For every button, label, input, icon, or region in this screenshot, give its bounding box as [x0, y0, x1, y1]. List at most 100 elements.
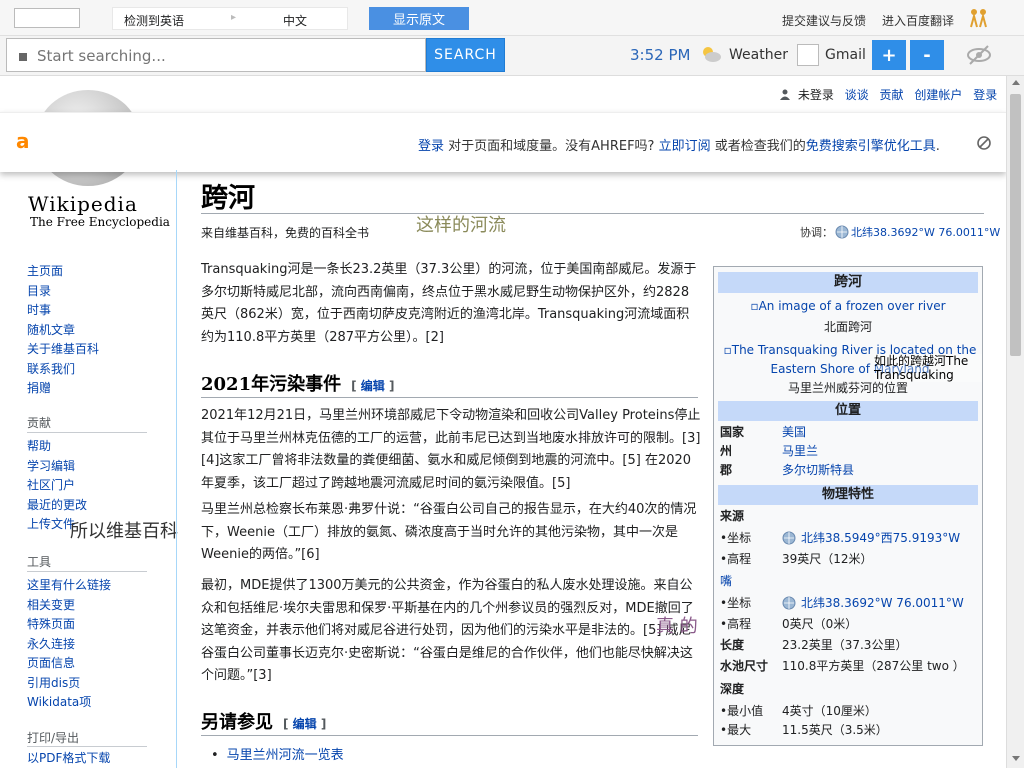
- row-label: 深度: [720, 682, 745, 696]
- sidebar-item-special-pages[interactable]: 特殊页面: [27, 615, 147, 635]
- state-link[interactable]: 马里兰: [782, 442, 818, 462]
- sidebar-item-community-portal[interactable]: 社区门户: [27, 476, 147, 496]
- county-link[interactable]: 多尔切斯特县: [782, 461, 854, 481]
- image-alt-text: An image of a frozen over river: [758, 299, 946, 313]
- search-input[interactable]: [37, 45, 417, 67]
- create-account-link[interactable]: 创建帐户: [914, 88, 962, 102]
- sidebar-item-wikidata[interactable]: Wikidata项: [27, 693, 147, 713]
- wikipedia-tagline: The Free Encyclopedia: [30, 215, 170, 229]
- coordinates: 协调： 北纬38.3692°W 76.0011°W: [800, 224, 1000, 240]
- people-icon[interactable]: [968, 8, 990, 28]
- source-language[interactable]: 检测到英语: [124, 12, 184, 29]
- search-toolbar: SEARCH 3:52 PM Weather Gmail + -: [0, 36, 1024, 76]
- sidebar-item-about[interactable]: 关于维基百科: [27, 340, 172, 360]
- edit-section-link[interactable]: 编辑: [361, 379, 385, 393]
- edit-section-link[interactable]: 编辑: [293, 717, 317, 731]
- sidebar-item-contents[interactable]: 目录: [27, 282, 172, 302]
- infobox-row: 国家 美国: [720, 423, 980, 443]
- infobox-row: 来源: [720, 507, 980, 527]
- scroll-down-icon[interactable]: [1012, 756, 1020, 761]
- search-box-icon: [19, 53, 27, 61]
- row-value: 110.8平方英里（287公里 two ）: [782, 659, 965, 673]
- sidebar-item-what-links-here[interactable]: 这里有什么链接: [27, 576, 147, 596]
- baidu-translate-link[interactable]: 进入百度翻译: [882, 12, 954, 29]
- section-divider: [201, 735, 698, 736]
- infobox-row: •坐标 北纬38.5949°西75.9193°W: [720, 529, 980, 549]
- mouth-link[interactable]: 嘴: [720, 572, 732, 592]
- target-language[interactable]: 中文: [283, 12, 307, 29]
- map-caption: 马里兰州威芬河的位置: [787, 381, 908, 395]
- zoom-in-button[interactable]: +: [872, 40, 906, 70]
- ahrefs-message: 登录 对于页面和域度量。没有AHREF吗? 立即订阅 或者检查我们的免费搜索引擎…: [418, 135, 940, 154]
- gmail-icon[interactable]: [797, 44, 819, 66]
- scroll-thumb[interactable]: [1010, 94, 1021, 356]
- login-link[interactable]: 登录: [973, 88, 997, 102]
- see-also-link[interactable]: 马里兰州河流一览表: [227, 748, 344, 763]
- mouth-coordinates: 北纬38.3692°W 76.0011°W: [782, 594, 964, 614]
- coordinates-link[interactable]: 北纬38.3692°W 76.0011°W: [851, 226, 1000, 239]
- section-divider: [201, 397, 698, 398]
- swap-arrow-icon: ▸: [231, 12, 237, 23]
- row-label: 州: [720, 444, 733, 458]
- ahrefs-logo: a: [16, 129, 30, 153]
- sidebar-print-group: 打印/导出 以PDF格式下载: [27, 729, 147, 769]
- sidebar-item-cite-page[interactable]: 引用dis页: [27, 674, 147, 694]
- language-selector[interactable]: 检测到英语 ▸ 中文: [112, 7, 348, 30]
- sidebar-item-random-article[interactable]: 随机文章: [27, 321, 172, 341]
- sidebar-item-contact[interactable]: 联系我们: [27, 360, 172, 380]
- sidebar-item-learn-to-edit[interactable]: 学习编辑: [27, 457, 147, 477]
- translation-overlay-text: 真 的: [656, 616, 698, 637]
- show-original-button[interactable]: 显示原文: [369, 7, 469, 30]
- ahrefs-overlay-bar: a 登录 对于页面和域度量。没有AHREF吗? 立即订阅 或者检查我们的免费搜索…: [0, 112, 1006, 172]
- infobox-row: •最小值 4英寸（10厘米）: [720, 702, 980, 722]
- sidebar-item-donate[interactable]: 捐赠: [27, 379, 172, 399]
- gmail-link[interactable]: Gmail: [825, 47, 866, 63]
- sidebar-item-help[interactable]: 帮助: [27, 437, 147, 457]
- eye-hide-icon[interactable]: [966, 44, 992, 66]
- sidebar-item-current-events[interactable]: 时事: [27, 301, 172, 321]
- row-value: 4英寸（10厘米）: [782, 704, 877, 718]
- ahrefs-login-link[interactable]: 登录: [418, 139, 444, 154]
- infobox-title: 跨河: [718, 272, 978, 293]
- mouth-coordinates-link[interactable]: 北纬38.3692°W 76.0011°W: [801, 596, 964, 610]
- close-icon[interactable]: [976, 135, 992, 151]
- sidebar-item-related-changes[interactable]: 相关变更: [27, 596, 147, 616]
- sidebar-item-recent-changes[interactable]: 最近的更改: [27, 496, 147, 516]
- ahrefs-text-1: 对于页面和域度量。没有AHREF吗?: [444, 139, 659, 154]
- sidebar-item-main-page[interactable]: 主页面: [27, 262, 172, 282]
- sidebar-item-permanent-link[interactable]: 永久连接: [27, 635, 147, 655]
- site-subtitle: 来自维基百科，免费的百科全书: [201, 226, 370, 240]
- river-image[interactable]: ▫An image of a frozen over river: [714, 299, 982, 313]
- search-button[interactable]: SEARCH: [426, 38, 505, 72]
- vertical-scrollbar[interactable]: [1006, 76, 1024, 768]
- row-label: •最小值: [720, 704, 764, 718]
- infobox-row: 水池尺寸 110.8平方英里（287公里 two ）: [720, 657, 980, 677]
- search-field[interactable]: [6, 38, 426, 72]
- globe-icon: [782, 531, 796, 545]
- sidebar-item-page-info[interactable]: 页面信息: [27, 654, 147, 674]
- personal-tools: 未登录 谈谈 贡献 创建帐户 登录: [780, 86, 1004, 103]
- source-coordinates-link[interactable]: 北纬38.5949°西75.9193°W: [801, 531, 960, 545]
- zoom-out-button[interactable]: -: [910, 40, 944, 70]
- row-label: 长度: [720, 638, 745, 652]
- user-icon: [780, 89, 790, 100]
- country-link[interactable]: 美国: [782, 423, 806, 443]
- clock-time: 3:52 PM: [630, 46, 691, 64]
- wikipedia-wordmark[interactable]: Wikipedia: [28, 192, 138, 216]
- talk-link[interactable]: 谈谈: [845, 88, 869, 102]
- weather-link[interactable]: Weather: [729, 47, 788, 63]
- feedback-link[interactable]: 提交建议与反馈: [782, 12, 866, 29]
- sidebar-item-download-pdf[interactable]: 以PDF格式下载: [27, 749, 147, 769]
- ahrefs-free-tools-link[interactable]: 免费搜索引擎优化工具: [806, 139, 936, 154]
- scroll-up-icon[interactable]: [1012, 80, 1020, 85]
- weather-icon[interactable]: [700, 44, 722, 64]
- row-label: •坐标: [720, 531, 752, 545]
- row-value: 0英尺（0米）: [782, 617, 858, 631]
- infobox-row: •高程 0英尺（0米）: [720, 615, 980, 635]
- contributions-link[interactable]: 贡献: [880, 88, 904, 102]
- infobox-location-heading: 位置: [718, 401, 978, 421]
- sidebar-navigation: 主页面 目录 时事 随机文章 关于维基百科 联系我们 捐赠: [27, 262, 172, 399]
- row-value: 23.2英里（37.3公里）: [782, 638, 908, 652]
- infobox-row: •最大 11.5英尺（3.5米）: [720, 721, 980, 741]
- ahrefs-subscribe-link[interactable]: 立即订阅: [659, 139, 711, 154]
